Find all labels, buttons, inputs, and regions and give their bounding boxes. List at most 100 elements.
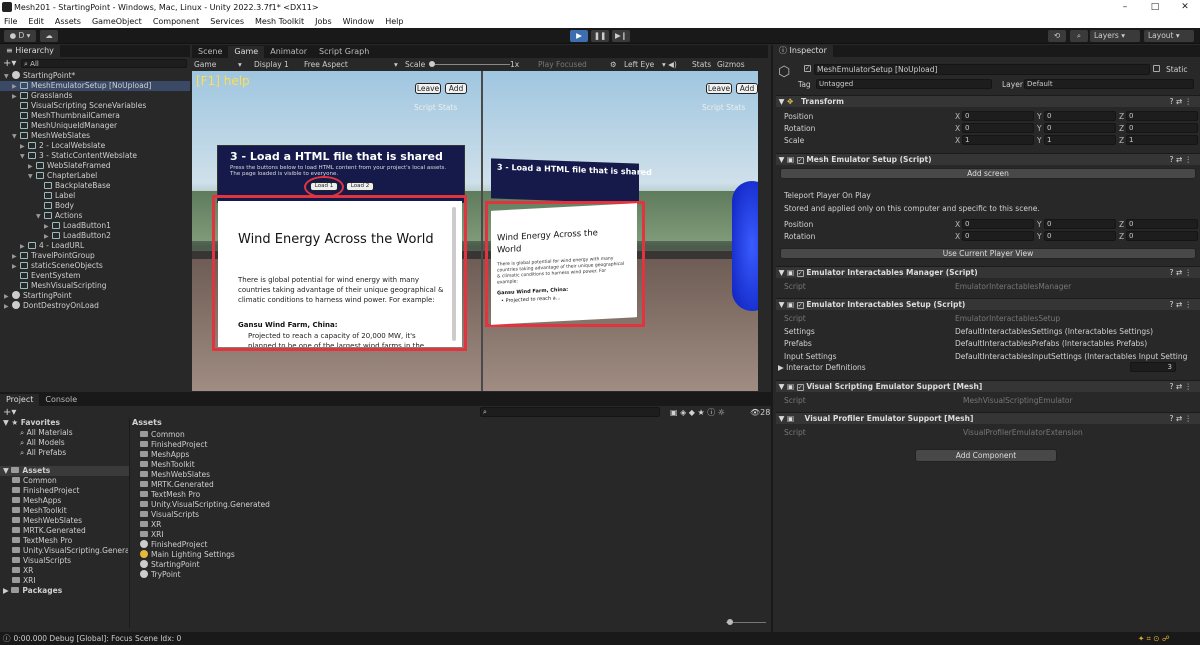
hierarchy-item[interactable]: ▼ ChapterLabel xyxy=(0,171,190,181)
scale-slider-handle[interactable] xyxy=(429,61,435,67)
vector-z-field[interactable]: 0 xyxy=(1126,111,1198,121)
vector-y-field[interactable]: 0 xyxy=(1044,219,1116,229)
tab-game[interactable]: Game xyxy=(228,46,265,58)
favorite-item[interactable]: ⌕ All Materials xyxy=(0,428,129,438)
tab-hierarchy[interactable]: ≡ Hierarchy xyxy=(0,45,60,57)
hierarchy-item[interactable]: ▼ MeshWebSlates xyxy=(0,131,190,141)
interactor-definitions-label[interactable]: ▶ Interactor Definitions xyxy=(778,363,866,372)
game-view[interactable]: [F1] help Leave Add Script Stats Leave A… xyxy=(192,71,758,391)
add-button-right[interactable]: Add xyxy=(736,83,758,94)
hierarchy-item[interactable]: ▶ 2 - LocalWebslate xyxy=(0,141,190,151)
tab-project[interactable]: Project xyxy=(0,394,40,406)
asset-item[interactable]: VisualScripts xyxy=(140,510,270,520)
asset-item[interactable]: MeshApps xyxy=(140,450,270,460)
setup-field-value[interactable]: DefaultInteractablesSettings (Interactab… xyxy=(955,327,1187,336)
vector-y-field[interactable]: 0 xyxy=(1044,231,1116,241)
asset-item[interactable]: FinishedProject xyxy=(140,540,270,550)
menu-assets[interactable]: Assets xyxy=(55,17,81,26)
menu-window[interactable]: Window xyxy=(343,17,375,26)
doc-scrollbar[interactable] xyxy=(452,207,456,341)
menu-file[interactable]: File xyxy=(4,17,17,26)
vector-z-field[interactable]: 0 xyxy=(1126,219,1198,229)
play-focused-dropdown[interactable]: Play Focused xyxy=(538,60,587,69)
hierarchy-item[interactable]: MeshUniqueIdManager xyxy=(0,121,190,131)
project-search-input[interactable]: ⌕ xyxy=(480,407,660,417)
left-webslate-document[interactable]: Wind Energy Across the World There is gl… xyxy=(218,201,462,347)
stats-button[interactable]: Stats xyxy=(692,60,711,69)
filter-icons[interactable]: ▣ ◈ ◆ ★ ⓘ ☼ xyxy=(670,407,725,418)
menu-gameobject[interactable]: GameObject xyxy=(92,17,142,26)
asset-tree-item[interactable]: Unity.VisualScripting.Generated xyxy=(0,546,128,556)
layer-dropdown[interactable]: Default xyxy=(1024,79,1194,89)
use-current-view-button[interactable]: Use Current Player View xyxy=(780,248,1196,259)
vector-x-field[interactable]: 0 xyxy=(962,111,1034,121)
hierarchy-item[interactable]: ▼ 3 - StaticContentWebslate xyxy=(0,151,190,161)
eye-dropdown[interactable]: Left Eye xyxy=(624,60,654,69)
asset-item[interactable]: StartingPoint xyxy=(140,560,270,570)
scale-slider[interactable] xyxy=(430,64,510,65)
menu-jobs[interactable]: Jobs xyxy=(315,17,332,26)
asset-tree-item[interactable]: MeshWebSlates xyxy=(0,516,128,526)
layout-dropdown[interactable]: Layout ▾ xyxy=(1144,30,1194,42)
status-icons[interactable]: ✦ ⌗ ⊙ ☍ xyxy=(1138,634,1170,644)
account-button[interactable]: ● D ▾ xyxy=(4,30,36,42)
load-2-button[interactable]: Load 2 xyxy=(346,182,374,191)
icon-size-slider-handle[interactable] xyxy=(727,619,733,625)
hierarchy-item[interactable]: ▼ Actions xyxy=(0,211,190,221)
expand-arrow-icon[interactable]: ▼ xyxy=(28,172,36,182)
expand-arrow-icon[interactable]: ▼ xyxy=(36,212,44,222)
asset-tree-item[interactable]: MeshApps xyxy=(0,496,128,506)
vector-y-field[interactable]: 0 xyxy=(1044,111,1116,121)
asset-item[interactable]: TryPoint xyxy=(140,570,270,580)
menu-help[interactable]: Help xyxy=(385,17,403,26)
gizmos-button[interactable]: Gizmos xyxy=(717,60,745,69)
favorite-item[interactable]: ⌕ All Models xyxy=(0,438,129,448)
active-checkbox[interactable]: ✓ xyxy=(804,65,811,72)
maximize-button[interactable]: □ xyxy=(1140,0,1170,14)
add-screen-button[interactable]: Add screen xyxy=(780,168,1196,179)
layers-dropdown[interactable]: Layers ▾ xyxy=(1090,30,1140,42)
add-component-button[interactable]: Add Component xyxy=(915,449,1057,462)
asset-item[interactable]: XRI xyxy=(140,530,270,540)
hierarchy-item[interactable]: ▶ LoadButton1 xyxy=(0,221,190,231)
asset-tree-item[interactable]: FinishedProject xyxy=(0,486,128,496)
expand-arrow-icon[interactable]: ▶ xyxy=(4,302,12,312)
asset-tree-item[interactable]: MeshToolkit xyxy=(0,506,128,516)
add-button-left[interactable]: Add xyxy=(445,83,467,94)
create-icon[interactable]: +▾ xyxy=(3,407,16,418)
expand-arrow-icon[interactable]: ▼ xyxy=(12,132,20,142)
hierarchy-item[interactable]: ▶ WebSlateFramed xyxy=(0,161,190,171)
hierarchy-item[interactable]: ▶ Grasslands xyxy=(0,91,190,101)
pause-button[interactable]: ❚❚ xyxy=(591,30,609,42)
hierarchy-item[interactable]: ▶ 4 - LoadURL xyxy=(0,241,190,251)
status-text[interactable]: 0:00.000 Debug [Global]: Focus Scene Idx… xyxy=(14,634,182,643)
favorite-item[interactable]: ⌕ All Prefabs xyxy=(0,448,129,458)
hierarchy-item[interactable]: ▶ staticSceneObjects xyxy=(0,261,190,271)
hierarchy-item[interactable]: EventSystem xyxy=(0,271,190,281)
hierarchy-item[interactable]: ▶ TravelPointGroup xyxy=(0,251,190,261)
hierarchy-item[interactable]: BackplateBase xyxy=(0,181,190,191)
visual-profiler-header[interactable]: ▼ ▣ Visual Profiler Emulator Support [Me… xyxy=(776,412,1200,424)
hierarchy-item[interactable]: ▼ StartingPoint* xyxy=(0,71,190,81)
vector-y-field[interactable]: 1 xyxy=(1044,135,1116,145)
asset-item[interactable]: MeshToolkit xyxy=(140,460,270,470)
history-icon[interactable]: ⟲ xyxy=(1048,30,1066,42)
expand-arrow-icon[interactable]: ▼ xyxy=(20,152,28,162)
vector-z-field[interactable]: 0 xyxy=(1126,231,1198,241)
vector-x-field[interactable]: 0 xyxy=(962,219,1034,229)
assets-tree-header[interactable]: ▼ Assets xyxy=(0,466,129,476)
add-icon[interactable]: +▾ xyxy=(3,58,17,69)
asset-item[interactable]: Main Lighting Settings xyxy=(140,550,270,560)
asset-item[interactable]: MRTK.Generated xyxy=(140,480,270,490)
hierarchy-item[interactable]: MeshThumbnailCamera xyxy=(0,111,190,121)
game-mode-dropdown[interactable]: Game xyxy=(194,60,216,69)
packages-tree-item[interactable]: ▶ Packages xyxy=(0,586,129,596)
asset-tree-item[interactable]: Common xyxy=(0,476,128,486)
asset-item[interactable]: Unity.VisualScripting.Generated xyxy=(140,500,270,510)
static-checkbox[interactable] xyxy=(1153,65,1160,72)
tab-inspector[interactable]: ⓘ Inspector xyxy=(773,45,833,57)
hierarchy-item[interactable]: Body xyxy=(0,201,190,211)
hierarchy-item[interactable]: Label xyxy=(0,191,190,201)
transform-header[interactable]: ▼ ✥ Transform? ⇄ ⋮ xyxy=(776,95,1200,107)
search-icon[interactable]: ⌕ xyxy=(1070,30,1088,42)
